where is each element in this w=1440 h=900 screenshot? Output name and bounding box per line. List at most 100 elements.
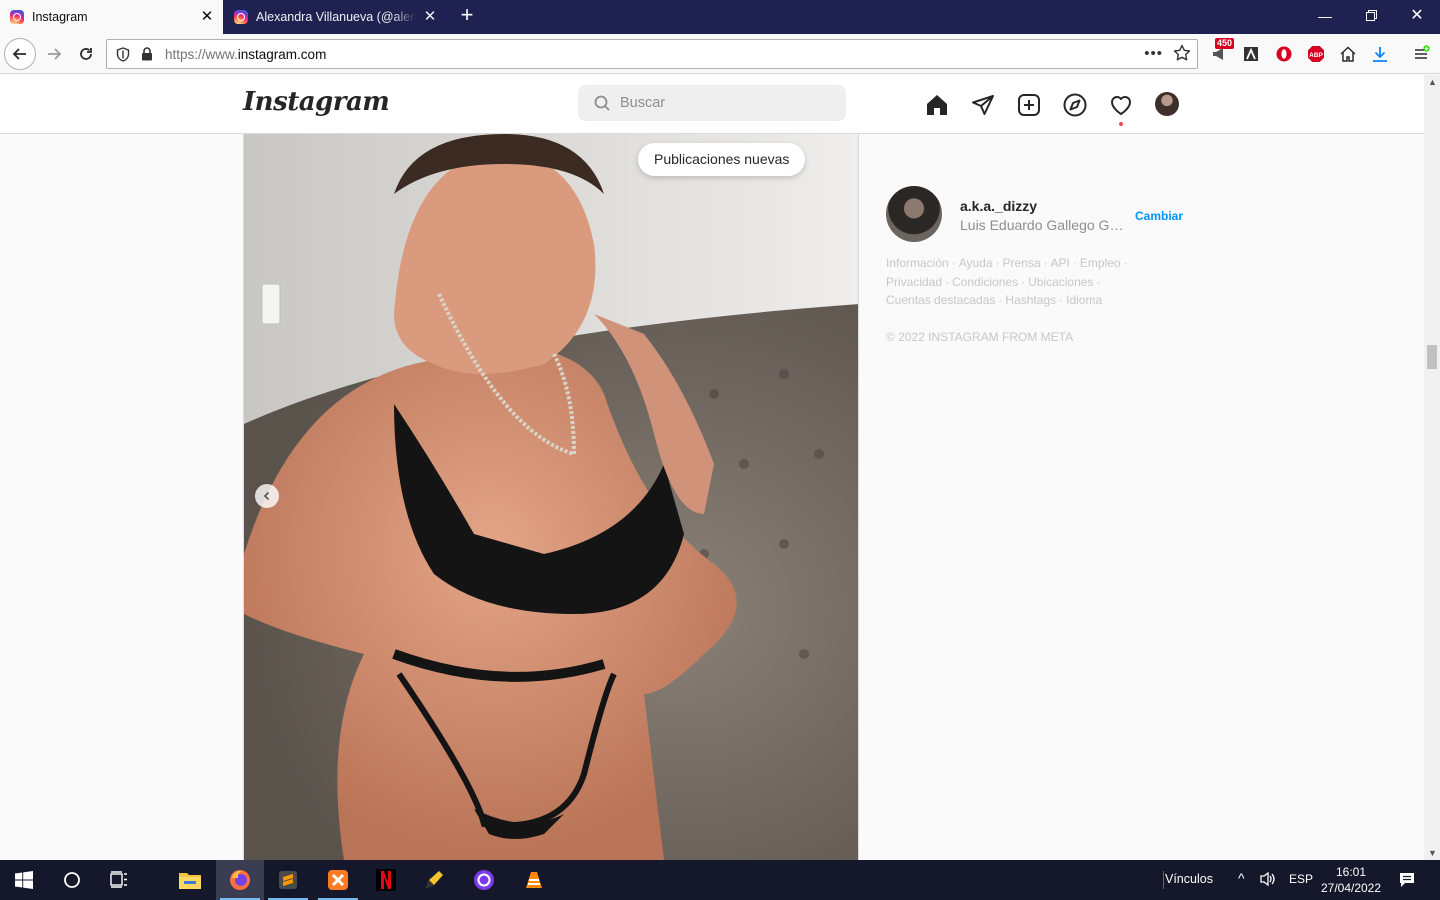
netflix-button[interactable] [362, 860, 410, 900]
tab-alexandra-villanueva[interactable]: Alexandra Villanueva (@alemiz ✕ [224, 0, 446, 34]
search-box[interactable] [578, 85, 846, 121]
pencil-tool-icon [426, 871, 443, 888]
close-window-button[interactable]: ✕ [1394, 0, 1440, 32]
reload-button[interactable] [70, 38, 102, 70]
downloads-icon[interactable] [1369, 43, 1391, 65]
sidebar-username[interactable]: a.k.a._dizzy [960, 198, 1037, 214]
post-photo [244, 134, 858, 860]
menu-hamburger-icon[interactable] [1410, 43, 1432, 65]
scroll-down-arrow-icon[interactable]: ▼ [1428, 848, 1437, 858]
new-post-icon[interactable] [1016, 92, 1042, 118]
scroll-up-arrow-icon[interactable]: ▲ [1428, 77, 1437, 87]
folder-icon [179, 873, 201, 889]
bookmark-star-icon[interactable] [1173, 44, 1191, 67]
tray-separator [1163, 871, 1164, 889]
instagram-header: Instagram [0, 75, 1424, 134]
show-hidden-icons-chevron-icon[interactable]: ^ [1238, 870, 1245, 886]
forward-arrow-icon [48, 48, 62, 60]
search-button[interactable] [48, 860, 96, 900]
activity-heart-icon[interactable] [1108, 92, 1134, 118]
tab-title: Alexandra Villanueva (@alemiz [256, 10, 416, 24]
home-icon[interactable] [924, 92, 950, 118]
back-button[interactable] [4, 38, 36, 70]
footer-link-press[interactable]: Prensa [1003, 256, 1041, 270]
footer-link-locations[interactable]: Ubicaciones [1028, 275, 1093, 289]
xampp-button[interactable] [314, 860, 362, 900]
switch-account-link[interactable]: Cambiar [1135, 209, 1183, 223]
new-tab-button[interactable]: + [456, 4, 478, 28]
footer-link-jobs[interactable]: Empleo [1080, 256, 1121, 270]
footer-link-help[interactable]: Ayuda [959, 256, 993, 270]
feed-post-image[interactable] [243, 134, 859, 860]
file-explorer-button[interactable] [166, 860, 214, 900]
github-desktop-button[interactable] [460, 860, 508, 900]
clock-time: 16:01 [1335, 865, 1367, 879]
links-toolbar[interactable]: Vínculos [1165, 872, 1213, 886]
task-view-icon [110, 871, 127, 888]
footer-link-top-accounts[interactable]: Cuentas destacadas [886, 293, 995, 307]
footer-link-privacy[interactable]: Privacidad [886, 275, 942, 289]
profile-avatar[interactable] [1155, 92, 1179, 116]
restore-button[interactable] [1348, 0, 1394, 32]
reload-icon [80, 48, 92, 60]
close-tab-icon[interactable]: ✕ [199, 9, 215, 25]
sublime-text-icon [279, 871, 297, 889]
tracking-protection-shield-icon[interactable] [109, 46, 137, 62]
url-scheme: https://www. [165, 46, 238, 62]
activity-notification-dot [1119, 122, 1123, 126]
tab-instagram[interactable]: Instagram ✕ [0, 0, 223, 34]
footer-links: Información · Ayuda · Prensa · API · Empleo · Pri… [886, 256, 1128, 307]
firefox-button[interactable] [216, 860, 264, 900]
clock[interactable]: 16:01 27/04/2022 [1320, 864, 1382, 896]
footer-link-info[interactable]: Información [886, 256, 949, 270]
start-button[interactable] [0, 860, 48, 900]
notification-count-badge: 450 [1215, 38, 1235, 49]
forward-button[interactable] [38, 38, 70, 70]
action-center-icon[interactable] [1398, 871, 1416, 894]
browser-tab-bar: Instagram ✕ Alexandra Villanueva (@alemi… [0, 0, 1440, 34]
xampp-icon [328, 870, 348, 890]
footer-link-hashtags[interactable]: Hashtags [1005, 293, 1056, 307]
crowd-extension-icon[interactable] [1240, 43, 1262, 65]
url-bar[interactable]: https://www.instagram.com ••• [106, 39, 1198, 69]
footer-link-language[interactable]: Idioma [1066, 293, 1102, 307]
megaphone-extension-icon[interactable]: 450 [1209, 38, 1235, 65]
copyright-text: © 2022 INSTAGRAM FROM META [886, 330, 1074, 344]
scrollbar-thumb[interactable] [1427, 345, 1437, 369]
sidebar-full-name: Luis Eduardo Gallego Gar... [960, 217, 1130, 233]
footer-link-api[interactable]: API [1051, 256, 1070, 270]
tab-title: Instagram [32, 10, 88, 24]
direct-messages-icon[interactable] [970, 92, 996, 118]
minimize-button[interactable]: — [1302, 0, 1348, 32]
lock-icon[interactable] [137, 47, 157, 61]
clock-date: 27/04/2022 [1320, 881, 1382, 895]
sublime-text-button[interactable] [264, 860, 312, 900]
footer-link-terms[interactable]: Condiciones [952, 275, 1018, 289]
home-icon[interactable] [1337, 43, 1359, 65]
chevron-left-icon [263, 491, 270, 501]
vlc-button[interactable] [510, 860, 558, 900]
explore-icon[interactable] [1062, 92, 1088, 118]
sidebar-profile-avatar[interactable] [886, 186, 942, 242]
search-icon [594, 95, 610, 111]
github-icon [474, 870, 494, 890]
previous-image-button[interactable] [255, 484, 279, 508]
adblock-plus-icon[interactable]: ABP [1305, 43, 1327, 65]
instagram-logo[interactable]: Instagram [243, 87, 390, 117]
page-scrollbar[interactable]: ▲ ▼ [1424, 75, 1440, 860]
new-posts-button[interactable]: Publicaciones nuevas [638, 143, 806, 176]
windows-taskbar: Vínculos ^ ESP 16:01 27/04/2022 [0, 860, 1440, 900]
url-text[interactable]: https://www.instagram.com [165, 47, 326, 62]
tool-app-button[interactable] [410, 860, 458, 900]
instagram-favicon-icon [234, 10, 248, 24]
search-input[interactable] [620, 95, 820, 111]
page-actions-menu-icon[interactable]: ••• [1144, 45, 1163, 62]
volume-icon[interactable] [1259, 871, 1277, 892]
task-view-button[interactable] [96, 860, 144, 900]
netflix-icon [376, 869, 396, 891]
vlc-cone-icon [526, 872, 542, 888]
close-tab-icon[interactable]: ✕ [422, 9, 438, 25]
url-host: instagram.com [237, 46, 327, 62]
opera-extension-icon[interactable] [1273, 43, 1295, 65]
input-language[interactable]: ESP [1289, 872, 1313, 886]
